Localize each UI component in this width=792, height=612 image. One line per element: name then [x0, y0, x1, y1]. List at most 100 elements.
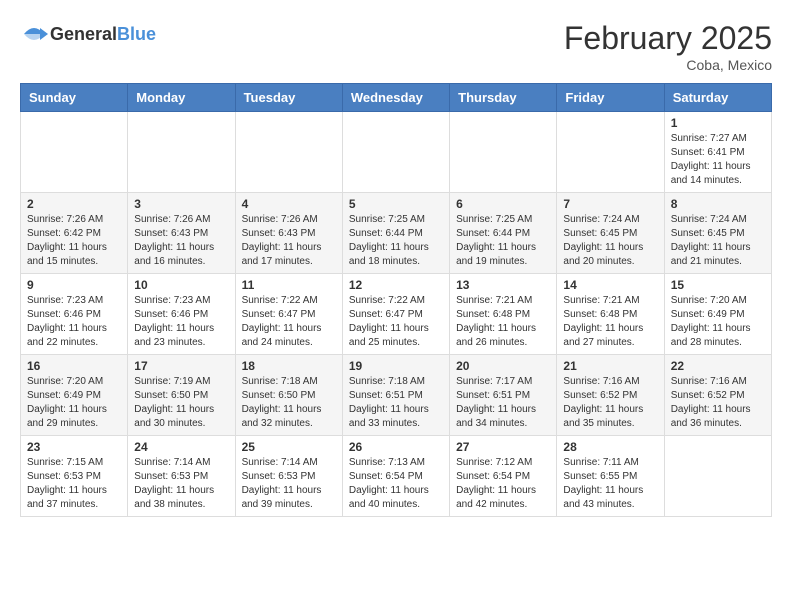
calendar-cell: 4Sunrise: 7:26 AM Sunset: 6:43 PM Daylig…: [235, 193, 342, 274]
calendar-week-4: 16 Sunrise: 7:20 AM Sunset: 6:49 PM Dayli…: [21, 355, 772, 436]
day-info: Sunrise: 7:11 AM Sunset: 6:55 PM Dayligh…: [563, 456, 657, 512]
day-info: Sunrise: 7:22 AM Sunset: 6:47 PM Dayligh…: [349, 294, 443, 350]
calendar: SundayMondayTuesdayWednesdayThursdayFrid…: [20, 83, 772, 517]
calendar-week-5: 23 Sunrise: 7:15 AM Sunset: 6:53 PM Dayli…: [21, 436, 772, 517]
day-info: Sunrise: 7:18 AM Sunset: 6:50 PM Dayligh…: [242, 375, 336, 431]
day-info: Sunrise: 7:23 AM Sunset: 6:46 PM Dayligh…: [27, 294, 121, 350]
calendar-cell: 3 Sunrise: 7:26 AM Sunset: 6:43 PM Daylig…: [128, 193, 235, 274]
weekday-header-tuesday: Tuesday: [235, 84, 342, 112]
calendar-cell: 10 Sunrise: 7:23 AM Sunset: 6:46 PM Dayli…: [128, 274, 235, 355]
calendar-cell: 6 Sunrise: 7:25 AM Sunset: 6:44 PM Daylig…: [450, 193, 557, 274]
weekday-header-saturday: Saturday: [664, 84, 771, 112]
day-info: Sunrise: 7:17 AM Sunset: 6:51 PM Dayligh…: [456, 375, 550, 431]
day-number: 1: [671, 116, 765, 130]
weekday-header-row: SundayMondayTuesdayWednesdayThursdayFrid…: [21, 84, 772, 112]
day-number: 6: [456, 197, 550, 211]
day-info: Sunrise: 7:18 AM Sunset: 6:51 PM Dayligh…: [349, 375, 443, 431]
calendar-cell: [21, 112, 128, 193]
day-number: 20: [456, 359, 550, 373]
day-info: Sunrise: 7:25 AM Sunset: 6:44 PM Dayligh…: [349, 213, 443, 269]
day-number: 25: [242, 440, 336, 454]
day-number: 26: [349, 440, 443, 454]
day-number: 8: [671, 197, 765, 211]
weekday-header-monday: Monday: [128, 84, 235, 112]
day-number: 19: [349, 359, 443, 373]
calendar-cell: 11Sunrise: 7:22 AM Sunset: 6:47 PM Dayli…: [235, 274, 342, 355]
day-info: Sunrise: 7:20 AM Sunset: 6:49 PM Dayligh…: [27, 375, 121, 431]
calendar-cell: 27 Sunrise: 7:12 AM Sunset: 6:54 PM Dayli…: [450, 436, 557, 517]
page-header: GeneralBlue February 2025 Coba, Mexico: [20, 20, 772, 73]
day-number: 16: [27, 359, 121, 373]
calendar-cell: 19 Sunrise: 7:18 AM Sunset: 6:51 PM Dayli…: [342, 355, 449, 436]
calendar-cell: [235, 112, 342, 193]
weekday-header-wednesday: Wednesday: [342, 84, 449, 112]
calendar-cell: 14 Sunrise: 7:21 AM Sunset: 6:48 PM Dayli…: [557, 274, 664, 355]
day-number: 28: [563, 440, 657, 454]
day-number: 24: [134, 440, 228, 454]
calendar-cell: 26Sunrise: 7:13 AM Sunset: 6:54 PM Dayli…: [342, 436, 449, 517]
day-number: 5: [349, 197, 443, 211]
day-info: Sunrise: 7:26 AM Sunset: 6:42 PM Dayligh…: [27, 213, 121, 269]
calendar-cell: 20 Sunrise: 7:17 AM Sunset: 6:51 PM Dayli…: [450, 355, 557, 436]
calendar-cell: 7 Sunrise: 7:24 AM Sunset: 6:45 PM Daylig…: [557, 193, 664, 274]
day-info: Sunrise: 7:21 AM Sunset: 6:48 PM Dayligh…: [563, 294, 657, 350]
day-number: 2: [27, 197, 121, 211]
day-number: 18: [242, 359, 336, 373]
location: Coba, Mexico: [564, 57, 772, 73]
day-info: Sunrise: 7:14 AM Sunset: 6:53 PM Dayligh…: [134, 456, 228, 512]
calendar-cell: 16 Sunrise: 7:20 AM Sunset: 6:49 PM Dayli…: [21, 355, 128, 436]
calendar-cell: 5 Sunrise: 7:25 AM Sunset: 6:44 PM Daylig…: [342, 193, 449, 274]
day-info: Sunrise: 7:27 AM Sunset: 6:41 PM Dayligh…: [671, 132, 765, 188]
day-info: Sunrise: 7:12 AM Sunset: 6:54 PM Dayligh…: [456, 456, 550, 512]
day-number: 12: [349, 278, 443, 292]
day-info: Sunrise: 7:20 AM Sunset: 6:49 PM Dayligh…: [671, 294, 765, 350]
calendar-cell: 28 Sunrise: 7:11 AM Sunset: 6:55 PM Dayli…: [557, 436, 664, 517]
calendar-week-1: 1 Sunrise: 7:27 AM Sunset: 6:41 PM Daylig…: [21, 112, 772, 193]
day-info: Sunrise: 7:16 AM Sunset: 6:52 PM Dayligh…: [671, 375, 765, 431]
calendar-week-2: 2 Sunrise: 7:26 AM Sunset: 6:42 PM Daylig…: [21, 193, 772, 274]
month-title: February 2025: [564, 20, 772, 57]
logo: GeneralBlue: [20, 20, 156, 48]
day-info: Sunrise: 7:19 AM Sunset: 6:50 PM Dayligh…: [134, 375, 228, 431]
calendar-cell: 13Sunrise: 7:21 AM Sunset: 6:48 PM Dayli…: [450, 274, 557, 355]
day-number: 3: [134, 197, 228, 211]
calendar-cell: 17 Sunrise: 7:19 AM Sunset: 6:50 PM Dayli…: [128, 355, 235, 436]
weekday-header-thursday: Thursday: [450, 84, 557, 112]
day-info: Sunrise: 7:26 AM Sunset: 6:43 PM Dayligh…: [134, 213, 228, 269]
calendar-cell: 25 Sunrise: 7:14 AM Sunset: 6:53 PM Dayli…: [235, 436, 342, 517]
day-number: 15: [671, 278, 765, 292]
calendar-cell: [557, 112, 664, 193]
logo-general: General: [50, 24, 117, 44]
calendar-cell: [450, 112, 557, 193]
calendar-cell: 23 Sunrise: 7:15 AM Sunset: 6:53 PM Dayli…: [21, 436, 128, 517]
calendar-cell: 21Sunrise: 7:16 AM Sunset: 6:52 PM Dayli…: [557, 355, 664, 436]
calendar-cell: [664, 436, 771, 517]
day-info: Sunrise: 7:15 AM Sunset: 6:53 PM Dayligh…: [27, 456, 121, 512]
day-info: Sunrise: 7:16 AM Sunset: 6:52 PM Dayligh…: [563, 375, 657, 431]
day-info: Sunrise: 7:14 AM Sunset: 6:53 PM Dayligh…: [242, 456, 336, 512]
day-number: 4: [242, 197, 336, 211]
day-info: Sunrise: 7:24 AM Sunset: 6:45 PM Dayligh…: [563, 213, 657, 269]
day-number: 7: [563, 197, 657, 211]
day-info: Sunrise: 7:25 AM Sunset: 6:44 PM Dayligh…: [456, 213, 550, 269]
day-number: 23: [27, 440, 121, 454]
day-number: 22: [671, 359, 765, 373]
day-info: Sunrise: 7:23 AM Sunset: 6:46 PM Dayligh…: [134, 294, 228, 350]
calendar-cell: 9Sunrise: 7:23 AM Sunset: 6:46 PM Daylig…: [21, 274, 128, 355]
calendar-cell: 1 Sunrise: 7:27 AM Sunset: 6:41 PM Daylig…: [664, 112, 771, 193]
day-number: 27: [456, 440, 550, 454]
calendar-week-3: 9Sunrise: 7:23 AM Sunset: 6:46 PM Daylig…: [21, 274, 772, 355]
weekday-header-sunday: Sunday: [21, 84, 128, 112]
day-info: Sunrise: 7:21 AM Sunset: 6:48 PM Dayligh…: [456, 294, 550, 350]
calendar-cell: 24 Sunrise: 7:14 AM Sunset: 6:53 PM Dayli…: [128, 436, 235, 517]
day-number: 10: [134, 278, 228, 292]
weekday-header-friday: Friday: [557, 84, 664, 112]
day-number: 17: [134, 359, 228, 373]
day-number: 14: [563, 278, 657, 292]
logo-blue: Blue: [117, 24, 156, 44]
calendar-cell: 18 Sunrise: 7:18 AM Sunset: 6:50 PM Dayli…: [235, 355, 342, 436]
logo-icon: [20, 20, 48, 48]
calendar-cell: [128, 112, 235, 193]
calendar-cell: 15 Sunrise: 7:20 AM Sunset: 6:49 PM Dayli…: [664, 274, 771, 355]
calendar-cell: 12 Sunrise: 7:22 AM Sunset: 6:47 PM Dayli…: [342, 274, 449, 355]
